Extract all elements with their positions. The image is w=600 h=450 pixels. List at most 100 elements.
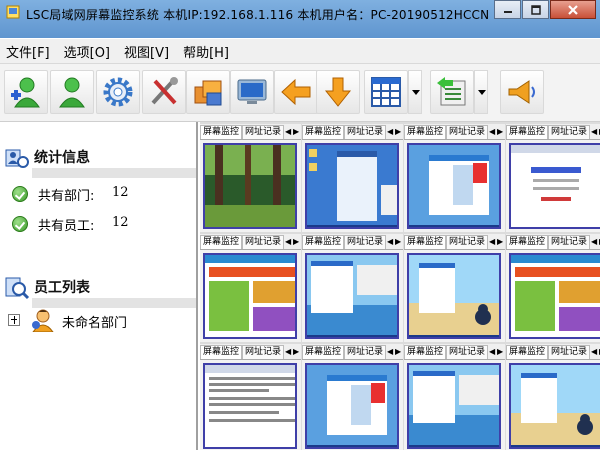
tab-scroll-left-icon[interactable]: ◀ [590,347,598,356]
tab-url-log[interactable]: 网址记录 [446,124,489,139]
monitor-tile[interactable]: 屏幕监控网址记录◀▶ [404,344,505,450]
user-button[interactable] [50,70,94,114]
menu-options[interactable]: 选项[O] [64,42,110,61]
tab-scroll-right-icon[interactable]: ▶ [394,347,402,356]
app-window: LSC局域网屏幕监控系统 本机IP:192.168.1.116 本机用户名：PC… [0,0,600,450]
tab-screen-monitor[interactable]: 屏幕监控 [506,344,549,359]
download-button[interactable] [316,70,360,114]
settings-button[interactable] [96,70,140,114]
monitor-tile[interactable]: 屏幕监控网址记录◀▶ [200,234,301,342]
tab-url-log[interactable]: 网址记录 [446,234,489,249]
maximize-icon [530,4,541,15]
tab-screen-monitor[interactable]: 屏幕监控 [404,124,447,139]
screen-thumbnail[interactable] [509,253,600,339]
broadcast-button[interactable] [500,70,544,114]
tab-scroll-left-icon[interactable]: ◀ [386,347,394,356]
tab-scroll-right-icon[interactable]: ▶ [292,347,300,356]
screen-thumbnail[interactable] [305,143,399,229]
user-icon [59,77,85,108]
back-button[interactable] [274,70,318,114]
monitor-tile[interactable]: 屏幕监控网址记录◀▶ [302,344,403,450]
tree-item-department[interactable]: 未命名部门 [8,308,188,332]
monitor-tile[interactable]: 屏幕监控网址记录◀▶ [200,344,301,450]
screen-thumbnail[interactable] [509,363,600,449]
tab-screen-monitor[interactable]: 屏幕监控 [302,234,345,249]
tab-screen-monitor[interactable]: 屏幕监控 [200,234,243,249]
monitor-button[interactable] [230,70,274,114]
tab-scroll-right-icon[interactable]: ▶ [394,127,402,136]
tab-scroll-right-icon[interactable]: ▶ [394,237,402,246]
screen-thumbnail[interactable] [203,253,297,339]
tab-scroll-right-icon[interactable]: ▶ [496,127,504,136]
layout-button[interactable] [364,70,408,114]
tab-scroll-left-icon[interactable]: ◀ [284,347,292,356]
tab-scroll-left-icon[interactable]: ◀ [488,127,496,136]
tab-url-log[interactable]: 网址记录 [242,344,285,359]
close-button[interactable] [550,0,596,19]
screen-thumbnail[interactable] [305,363,399,449]
maximize-button[interactable] [522,0,549,19]
tab-screen-monitor[interactable]: 屏幕监控 [200,344,243,359]
tab-scroll-right-icon[interactable]: ▶ [496,237,504,246]
package-button[interactable] [186,70,230,114]
employees-title: 员工列表 [34,280,90,296]
tab-screen-monitor[interactable]: 屏幕监控 [200,124,243,139]
screen-thumbnail[interactable] [203,143,297,229]
screen-thumbnail[interactable] [407,253,501,339]
monitor-tile[interactable]: 屏幕监控网址记录◀▶ [506,124,600,232]
screen-thumbnail[interactable] [407,143,501,229]
screen-thumbnail[interactable] [305,253,399,339]
tile-tabs: 屏幕监控网址记录◀▶ [302,344,403,360]
add-user-icon [11,77,40,108]
screen-thumbnail[interactable] [407,363,501,449]
title-bar: LSC局域网屏幕监控系统 本机IP:192.168.1.116 本机用户名：PC… [0,0,600,38]
tab-screen-monitor[interactable]: 屏幕监控 [506,124,549,139]
tab-scroll-right-icon[interactable]: ▶ [496,347,504,356]
export-list-button[interactable] [430,70,474,114]
export-dropdown[interactable] [474,70,488,114]
tab-screen-monitor[interactable]: 屏幕监控 [302,344,345,359]
tab-scroll-left-icon[interactable]: ◀ [590,237,598,246]
tab-scroll-left-icon[interactable]: ◀ [488,237,496,246]
tab-scroll-left-icon[interactable]: ◀ [488,347,496,356]
tab-url-log[interactable]: 网址记录 [548,344,591,359]
menu-help[interactable]: 帮助[H] [183,42,229,61]
tab-url-log[interactable]: 网址记录 [548,124,591,139]
tab-url-log[interactable]: 网址记录 [344,234,387,249]
tab-scroll-right-icon[interactable]: ▶ [292,237,300,246]
screen-preview [205,365,295,447]
monitor-tile[interactable]: 屏幕监控网址记录◀▶ [404,124,505,232]
tab-scroll-left-icon[interactable]: ◀ [284,237,292,246]
tab-url-log[interactable]: 网址记录 [242,234,285,249]
screen-thumbnail[interactable] [203,363,297,449]
tab-scroll-left-icon[interactable]: ◀ [386,127,394,136]
tab-url-log[interactable]: 网址记录 [344,124,387,139]
tools-button[interactable] [142,70,186,114]
monitor-tile[interactable]: 屏幕监控网址记录◀▶ [506,344,600,450]
monitor-tile[interactable]: 屏幕监控网址记录◀▶ [200,124,301,232]
expand-icon[interactable] [8,314,20,326]
tile-tabs: 屏幕监控网址记录◀▶ [506,124,600,140]
tab-screen-monitor[interactable]: 屏幕监控 [302,124,345,139]
add-user-button[interactable] [4,70,48,114]
tab-url-log[interactable]: 网址记录 [344,344,387,359]
tab-url-log[interactable]: 网址记录 [548,234,591,249]
menu-view[interactable]: 视图[V] [124,42,169,61]
layout-dropdown[interactable] [408,70,422,114]
tab-screen-monitor[interactable]: 屏幕监控 [404,344,447,359]
tab-screen-monitor[interactable]: 屏幕监控 [506,234,549,249]
monitor-tile[interactable]: 屏幕监控网址记录◀▶ [404,234,505,342]
tab-scroll-right-icon[interactable]: ▶ [292,127,300,136]
minimize-button[interactable] [494,0,521,19]
monitor-tile[interactable]: 屏幕监控网址记录◀▶ [302,234,403,342]
tab-scroll-left-icon[interactable]: ◀ [386,237,394,246]
tab-scroll-left-icon[interactable]: ◀ [284,127,292,136]
tab-url-log[interactable]: 网址记录 [446,344,489,359]
tab-scroll-left-icon[interactable]: ◀ [590,127,598,136]
tab-screen-monitor[interactable]: 屏幕监控 [404,234,447,249]
menu-file[interactable]: 文件[F] [6,42,50,61]
monitor-tile[interactable]: 屏幕监控网址记录◀▶ [506,234,600,342]
screen-thumbnail[interactable] [509,143,600,229]
tab-url-log[interactable]: 网址记录 [242,124,285,139]
monitor-tile[interactable]: 屏幕监控网址记录◀▶ [302,124,403,232]
